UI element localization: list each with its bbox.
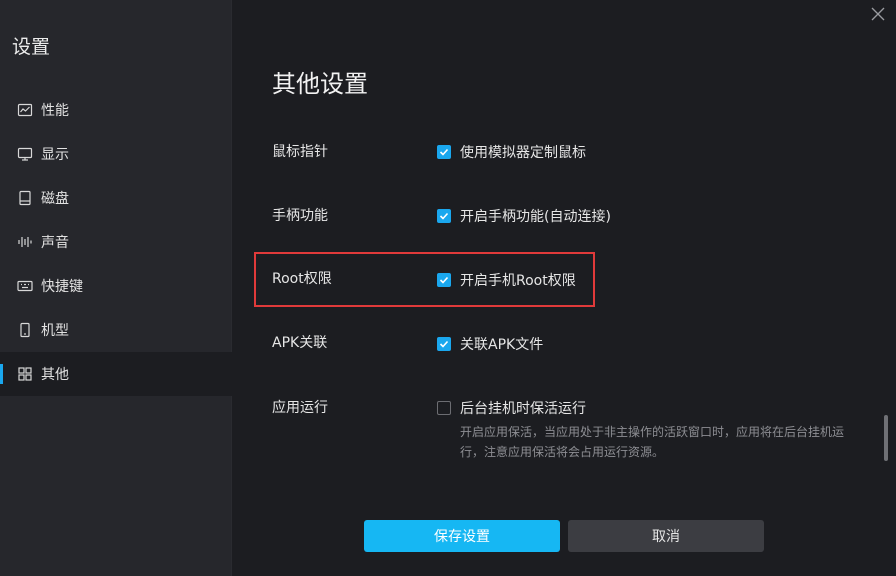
setting-label-app-run: 应用运行 [272,400,328,416]
active-indicator [0,364,3,384]
sidebar-item-display[interactable]: 显示 [0,132,232,176]
sound-icon [17,234,33,250]
setting-label-root: Root权限 [272,271,332,287]
chart-icon [17,102,33,118]
keyboard-icon [17,278,33,294]
setting-label-apk: APK关联 [272,335,328,351]
monitor-icon [17,146,33,162]
sidebar-item-label: 显示 [41,147,69,163]
sidebar-item-disk[interactable]: 磁盘 [0,176,232,220]
sidebar-item-shortcuts[interactable]: 快捷键 [0,264,232,308]
sidebar-title: 设置 [12,36,51,58]
option-keep-alive[interactable]: 后台挂机时保活运行 [437,398,586,418]
sidebar-item-label: 机型 [41,323,69,339]
option-description: 开启应用保活，当应用处于非主操作的活跃窗口时，应用将在后台挂机运行，注意应用保活… [460,425,845,459]
option-custom-mouse[interactable]: 使用模拟器定制鼠标 [437,142,586,162]
check-icon [439,212,449,220]
sidebar-item-label: 声音 [41,235,69,251]
save-button[interactable]: 保存设置 [364,520,560,552]
checkbox-checked[interactable] [437,209,451,223]
close-button[interactable] [868,4,888,24]
check-icon [439,148,449,156]
disk-icon [17,190,33,206]
sidebar: 设置 性能 显示 磁盘 声音 快捷键 机型 其他 [0,0,232,576]
checkbox-checked[interactable] [437,273,451,287]
sidebar-item-performance[interactable]: 性能 [0,88,232,132]
checkbox-unchecked[interactable] [437,401,451,415]
option-gamepad[interactable]: 开启手柄功能(自动连接) [437,206,611,226]
option-text: 开启手机Root权限 [460,273,576,289]
sidebar-item-label: 磁盘 [41,191,69,207]
checkbox-checked[interactable] [437,337,451,351]
checkbox-checked[interactable] [437,145,451,159]
option-text: 关联APK文件 [460,337,544,353]
sidebar-nav: 性能 显示 磁盘 声音 快捷键 机型 其他 [0,88,232,396]
check-icon [439,276,449,284]
grid-icon [17,366,33,382]
sidebar-item-sound[interactable]: 声音 [0,220,232,264]
option-text: 后台挂机时保活运行 [460,401,586,417]
sidebar-item-model[interactable]: 机型 [0,308,232,352]
page-title: 其他设置 [272,70,368,98]
check-icon [439,340,449,348]
sidebar-item-label: 其他 [41,367,69,383]
option-text: 使用模拟器定制鼠标 [460,145,586,161]
close-icon [871,7,885,21]
sidebar-item-other[interactable]: 其他 [0,352,232,396]
setting-label-mouse: 鼠标指针 [272,144,328,160]
option-apk[interactable]: 关联APK文件 [437,334,543,354]
scrollbar[interactable] [884,415,888,461]
option-text: 开启手柄功能(自动连接) [460,209,611,225]
cancel-button[interactable]: 取消 [568,520,764,552]
setting-label-gamepad: 手柄功能 [272,208,328,224]
sidebar-item-label: 快捷键 [41,279,83,295]
sidebar-item-label: 性能 [41,103,69,119]
phone-icon [17,322,33,338]
option-root[interactable]: 开启手机Root权限 [437,270,576,290]
